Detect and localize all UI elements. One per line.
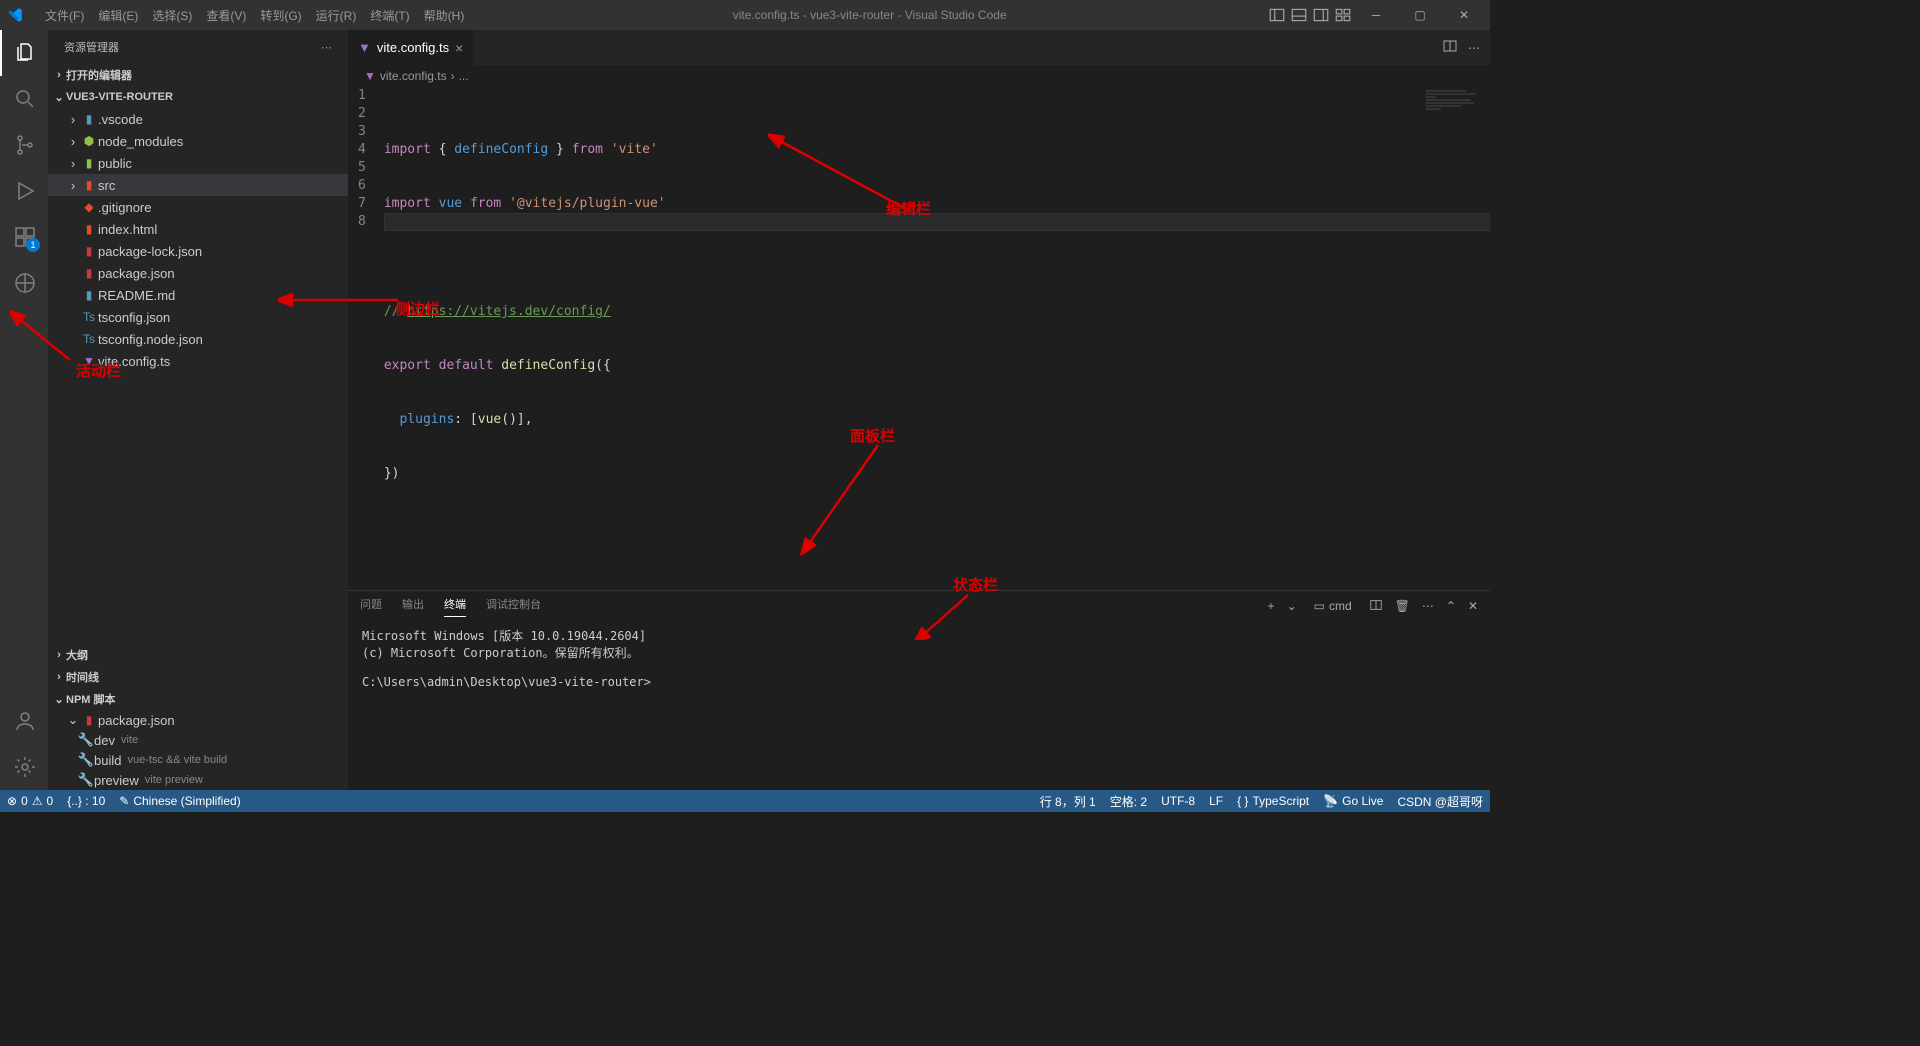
menu-bar: 文件(F) 编辑(E) 选择(S) 查看(V) 转到(G) 运行(R) 终端(T… xyxy=(30,7,471,24)
file-tsconfig[interactable]: Tstsconfig.json xyxy=(48,306,348,328)
close-panel-icon[interactable]: ✕ xyxy=(1468,599,1478,613)
file-vite-config[interactable]: ▼vite.config.ts xyxy=(48,350,348,372)
tab-vite-config[interactable]: ▼ vite.config.ts × xyxy=(348,30,474,65)
layout-panel-icon[interactable] xyxy=(1290,6,1308,24)
layout-sidebar-right-icon[interactable] xyxy=(1312,6,1330,24)
activity-account[interactable] xyxy=(0,698,48,744)
folder-vscode[interactable]: ▮.vscode xyxy=(48,108,348,130)
status-spaces[interactable]: 空格: 2 xyxy=(1103,790,1154,812)
vite-icon: ▼ xyxy=(358,40,371,55)
npm-script-build[interactable]: 🔧buildvue-tsc && vite build xyxy=(48,750,348,770)
panel-tab-output[interactable]: 输出 xyxy=(402,596,424,616)
warning-icon: ⚠ xyxy=(32,794,43,808)
npm-scripts-section[interactable]: NPM 脚本 xyxy=(48,688,348,710)
outline-section[interactable]: 大纲 xyxy=(48,644,348,666)
status-problems[interactable]: ⊗0 ⚠0 xyxy=(0,790,60,812)
menu-run[interactable]: 运行(R) xyxy=(309,7,364,24)
activity-run-debug[interactable] xyxy=(0,168,48,214)
panel-tab-debug[interactable]: 调试控制台 xyxy=(486,596,541,616)
menu-edit[interactable]: 编辑(E) xyxy=(91,7,145,24)
npm-script-preview[interactable]: 🔧previewvite preview xyxy=(48,770,348,790)
window-title: vite.config.ts - vue3-vite-router - Visu… xyxy=(471,8,1268,22)
minimap[interactable] xyxy=(1426,90,1486,110)
code-editor[interactable]: 12345678 import { defineConfig } from 'v… xyxy=(348,87,1490,590)
file-package-json[interactable]: ▮package.json xyxy=(48,262,348,284)
status-encoding[interactable]: UTF-8 xyxy=(1154,790,1202,812)
panel-more-icon[interactable]: ⋯ xyxy=(1422,599,1434,613)
activity-extensions[interactable]: 1 xyxy=(0,214,48,260)
extensions-badge: 1 xyxy=(26,238,40,252)
activity-remote[interactable] xyxy=(0,260,48,306)
sidebar-more-icon[interactable]: ⋯ xyxy=(321,41,332,54)
status-eol[interactable]: LF xyxy=(1202,790,1230,812)
window-close-button[interactable]: ✕ xyxy=(1444,0,1484,30)
menu-view[interactable]: 查看(V) xyxy=(199,7,253,24)
tab-close-icon[interactable]: × xyxy=(455,40,463,56)
sidebar-title: 资源管理器 xyxy=(64,39,119,55)
file-tree: ▮.vscode ⬢node_modules ▮public ▮src ◆.gi… xyxy=(48,108,348,372)
activity-search[interactable] xyxy=(0,76,48,122)
panel-tab-terminal[interactable]: 终端 xyxy=(444,596,466,617)
npm-package-json[interactable]: ▮package.json xyxy=(48,710,348,730)
error-icon: ⊗ xyxy=(7,794,17,808)
menu-file[interactable]: 文件(F) xyxy=(38,7,91,24)
file-tsconfig-node[interactable]: Tstsconfig.node.json xyxy=(48,328,348,350)
menu-goto[interactable]: 转到(G) xyxy=(253,7,308,24)
window-maximize-button[interactable]: ▢ xyxy=(1400,0,1440,30)
status-bar: ⊗0 ⚠0 {..} : 10 ✎ Chinese (Simplified) 行… xyxy=(0,790,1490,812)
folder-public[interactable]: ▮public xyxy=(48,152,348,174)
terminal-selector[interactable]: ▭cmd xyxy=(1309,597,1357,615)
file-package-lock[interactable]: ▮package-lock.json xyxy=(48,240,348,262)
kill-terminal-icon[interactable]: 🗑 xyxy=(1395,599,1410,613)
panel-tab-problems[interactable]: 问题 xyxy=(360,596,382,616)
project-section[interactable]: VUE3-VITE-ROUTER xyxy=(48,86,348,108)
status-language[interactable]: { } TypeScript xyxy=(1230,790,1316,812)
layout-sidebar-left-icon[interactable] xyxy=(1268,6,1286,24)
editor-area: ▼ vite.config.ts × ⋯ ▼ vite.config.ts › … xyxy=(348,30,1490,790)
breadcrumb[interactable]: ▼ vite.config.ts › ... xyxy=(348,65,1490,87)
status-lang-mode[interactable]: ✎ Chinese (Simplified) xyxy=(112,790,247,812)
npm-script-dev[interactable]: 🔧devvite xyxy=(48,730,348,750)
file-index-html[interactable]: ▮index.html xyxy=(48,218,348,240)
menu-select[interactable]: 选择(S) xyxy=(145,7,199,24)
status-ln-col[interactable]: 行 8，列 1 xyxy=(1033,790,1103,812)
maximize-panel-icon[interactable]: ⌃ xyxy=(1446,599,1456,613)
split-editor-icon[interactable] xyxy=(1442,38,1458,57)
status-watermark: CSDN @超哥呀 xyxy=(1390,790,1490,812)
activity-explorer[interactable] xyxy=(0,30,48,76)
file-readme[interactable]: ▮README.md xyxy=(48,284,348,306)
status-bracket[interactable]: {..} : 10 xyxy=(60,790,112,812)
open-editors-section[interactable]: 打开的编辑器 xyxy=(48,64,348,86)
menu-help[interactable]: 帮助(H) xyxy=(417,7,472,24)
activity-bar: 1 xyxy=(0,30,48,790)
timeline-section[interactable]: 时间线 xyxy=(48,666,348,688)
layout-customize-icon[interactable] xyxy=(1334,6,1352,24)
sidebar: 资源管理器 ⋯ 打开的编辑器 VUE3-VITE-ROUTER ▮.vscode… xyxy=(48,30,348,790)
status-go-live[interactable]: 📡 Go Live xyxy=(1316,790,1390,812)
activity-source-control[interactable] xyxy=(0,122,48,168)
menu-terminal[interactable]: 终端(T) xyxy=(363,7,416,24)
terminal[interactable]: Microsoft Windows [版本 10.0.19044.2604] (… xyxy=(348,621,1490,790)
split-terminal-icon[interactable] xyxy=(1369,598,1383,615)
activity-settings[interactable] xyxy=(0,744,48,790)
panel: 问题 输出 终端 调试控制台 + ⌄ ▭cmd 🗑 ⋯ ⌃ ✕ M xyxy=(348,590,1490,790)
editor-tabs: ▼ vite.config.ts × ⋯ xyxy=(348,30,1490,65)
title-bar: 文件(F) 编辑(E) 选择(S) 查看(V) 转到(G) 运行(R) 终端(T… xyxy=(0,0,1490,30)
window-minimize-button[interactable]: ─ xyxy=(1356,0,1396,30)
vscode-logo-icon xyxy=(6,6,24,24)
terminal-dropdown-icon[interactable]: ⌄ xyxy=(1287,599,1297,613)
file-gitignore[interactable]: ◆.gitignore xyxy=(48,196,348,218)
folder-node-modules[interactable]: ⬢node_modules xyxy=(48,130,348,152)
new-terminal-icon[interactable]: + xyxy=(1268,599,1275,613)
vite-icon: ▼ xyxy=(364,69,376,83)
editor-more-icon[interactable]: ⋯ xyxy=(1468,41,1480,55)
folder-src[interactable]: ▮src xyxy=(48,174,348,196)
